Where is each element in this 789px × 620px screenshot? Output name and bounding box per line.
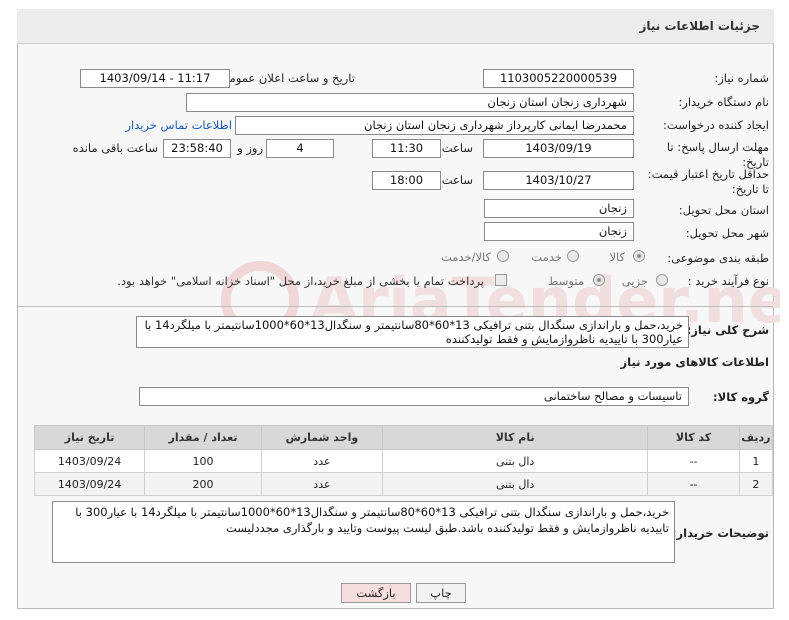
- reply-time-label: ساعت: [441, 141, 473, 155]
- buyer-org-label: نام دستگاه خریدار:: [678, 95, 769, 109]
- province-field: زنجان: [484, 199, 634, 218]
- goods-section-title: اطلاعات کالاهای مورد نیاز: [620, 355, 769, 369]
- cell-name: دال بتنی: [381, 472, 649, 496]
- requester-label: ایجاد کننده درخواست:: [663, 118, 769, 132]
- section-divider: [18, 306, 773, 307]
- back-button[interactable]: بازگشت: [341, 583, 411, 603]
- goods-group-label: گروه کالا:: [713, 390, 769, 404]
- days-remaining-field: 4: [266, 139, 334, 158]
- buyer-notes-label: توضیحات خریدار:: [671, 526, 769, 540]
- page-title: جزئیات اطلاعات نیاز: [639, 19, 760, 33]
- category-service-radio[interactable]: [567, 250, 579, 262]
- process-label: نوع فرآیند خرید :: [687, 274, 769, 288]
- reply-time-field: 11:30: [372, 139, 441, 158]
- category-both-label: کالا/خدمت: [440, 250, 491, 264]
- reply-date-field: 1403/09/19: [483, 139, 634, 158]
- cell-unit: عدد: [260, 472, 383, 496]
- panel-header: جزئیات اطلاعات نیاز: [17, 9, 774, 44]
- need-number-label: شماره نیاز:: [714, 71, 769, 85]
- category-service-label: خدمت: [531, 250, 562, 264]
- col-qty-header: تعداد / مقدار: [144, 425, 262, 450]
- treasury-payment-checkbox[interactable]: [495, 274, 507, 286]
- process-minor-label: جزیی: [621, 274, 648, 288]
- validity-time-label: ساعت: [441, 173, 473, 187]
- category-goods-label: کالا: [609, 250, 625, 264]
- province-label: استان محل تحویل:: [678, 203, 769, 217]
- col-unit-header: واحد شمارش: [260, 425, 383, 450]
- cell-qty: 100: [144, 449, 262, 473]
- city-label: شهر محل تحویل:: [685, 226, 769, 240]
- cell-code: --: [647, 449, 740, 473]
- process-medium-radio[interactable]: [593, 274, 605, 286]
- days-label: روز و: [237, 141, 263, 155]
- requester-field: محمدرضا ایمانی کارپرداز شهرداری زنجان اس…: [235, 116, 634, 135]
- time-remaining-label: ساعت باقی مانده: [72, 141, 158, 155]
- col-code-header: کد کالا: [647, 425, 740, 450]
- category-both-radio[interactable]: [497, 250, 509, 262]
- announce-label: تاریخ و ساعت اعلان عمومی:: [216, 71, 355, 85]
- table-header-row: ردیف کد کالا نام کالا واحد شمارش تعداد /…: [33, 425, 774, 450]
- items-table: ردیف کد کالا نام کالا واحد شمارش تعداد /…: [33, 425, 774, 496]
- col-name-header: نام کالا: [381, 425, 649, 450]
- validity-label: حداقل تاریخ اعتبار قیمت: تا تاریخ:: [647, 167, 769, 196]
- print-button[interactable]: چاپ: [416, 583, 466, 603]
- time-remaining-field: 23:58:40: [163, 139, 231, 158]
- cell-name: دال بتنی: [381, 449, 649, 473]
- category-goods-radio[interactable]: [633, 250, 645, 262]
- category-label: طبقه بندی موضوعی:: [667, 251, 769, 265]
- table-row[interactable]: 1 -- دال بتنی عدد 100 1403/09/24: [33, 449, 774, 473]
- goods-group-field: تاسیسات و مصالح ساختمانی: [139, 387, 689, 406]
- summary-label: شرح کلی نیاز:: [686, 323, 769, 337]
- city-field: زنجان: [484, 222, 634, 241]
- cell-unit: عدد: [260, 449, 383, 473]
- buyer-notes-text: خرید،حمل و باراندازی سنگدال بتنی ترافیکی…: [52, 501, 675, 563]
- cell-date: 1403/09/24: [33, 472, 146, 496]
- validity-date-field: 1403/10/27: [483, 171, 634, 190]
- col-date-header: تاریخ نیاز: [33, 425, 146, 450]
- cell-row: 1: [738, 449, 774, 473]
- reply-deadline-label: مهلت ارسال پاسخ: تا تاریخ:: [666, 140, 769, 169]
- cell-row: 2: [738, 472, 774, 496]
- cell-date: 1403/09/24: [33, 449, 146, 473]
- cell-code: --: [647, 472, 740, 496]
- summary-text: خرید،حمل و باراندازی سنگدال بتنی ترافیکی…: [136, 316, 689, 348]
- validity-time-field: 18:00: [372, 171, 441, 190]
- col-row-header: ردیف: [738, 425, 774, 450]
- process-minor-radio[interactable]: [656, 274, 668, 286]
- announce-field: 1403/09/14 - 11:17: [80, 69, 230, 88]
- buyer-org-field: شهرداری زنجان استان زنجان: [186, 93, 634, 112]
- table-row[interactable]: 2 -- دال بتنی عدد 200 1403/09/24: [33, 472, 774, 496]
- treasury-payment-note: پرداخت تمام یا بخشی از مبلغ خرید،از محل …: [117, 274, 484, 288]
- process-medium-label: متوسط: [547, 274, 584, 288]
- cell-qty: 200: [144, 472, 262, 496]
- buyer-contact-link[interactable]: اطلاعات تماس خریدار: [125, 118, 232, 132]
- need-number-field: 1103005220000539: [483, 69, 634, 88]
